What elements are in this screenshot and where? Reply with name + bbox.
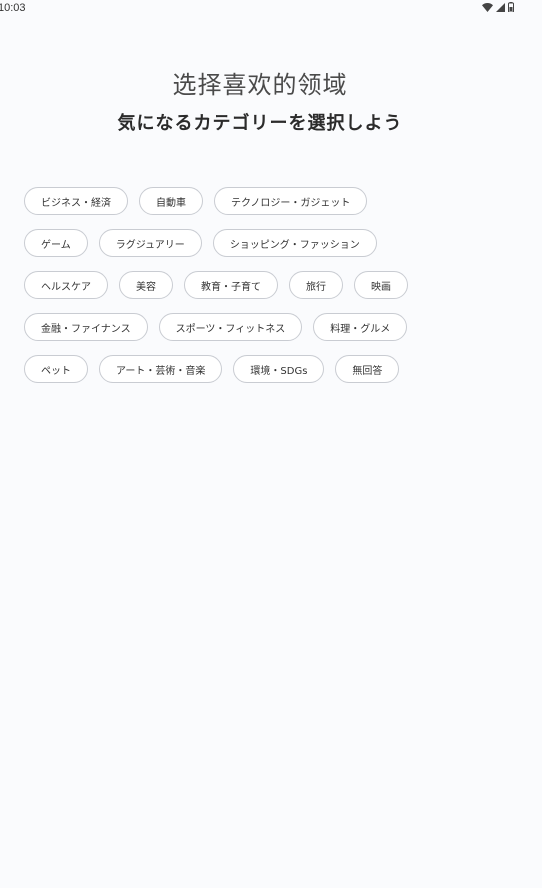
tag-beauty[interactable]: 美容	[119, 271, 173, 299]
tag-technology-gadget[interactable]: テクノロジー・ガジェット	[214, 187, 368, 215]
tag-row: ゲーム ラグジュアリー ショッピング・ファッション	[24, 229, 514, 257]
tag-row: ビジネス・経済 自動車 テクノロジー・ガジェット	[24, 187, 514, 215]
tag-movie[interactable]: 映画	[354, 271, 408, 299]
tag-shopping-fashion[interactable]: ショッピング・ファッション	[212, 229, 377, 257]
tag-luxury[interactable]: ラグジュアリー	[98, 229, 202, 257]
wifi-icon	[482, 2, 493, 12]
page-title-chinese: 选择喜欢的领域	[172, 71, 348, 99]
tag-pet[interactable]: ペット	[24, 355, 88, 383]
tag-art-music[interactable]: アート・芸術・音楽	[99, 355, 223, 383]
tag-row: ヘルスケア 美容 教育・子育て 旅行 映画	[24, 271, 514, 299]
tag-game[interactable]: ゲーム	[24, 229, 88, 257]
battery-icon	[508, 2, 514, 12]
tag-row: ペット アート・芸術・音楽 環境・SDGs 無回答	[24, 355, 514, 383]
tag-healthcare[interactable]: ヘルスケア	[24, 271, 108, 299]
tag-environment-sdgs[interactable]: 環境・SDGs	[233, 355, 325, 383]
tag-automobile[interactable]: 自動車	[139, 187, 203, 215]
tag-no-answer[interactable]: 無回答	[335, 355, 400, 383]
page-title-japanese: 気になるカテゴリーを選択しよう	[117, 113, 403, 134]
signal-icon	[496, 2, 505, 12]
tag-row: 金融・ファイナンス スポーツ・フィットネス 料理・グルメ	[24, 313, 514, 341]
tag-finance[interactable]: 金融・ファイナンス	[24, 313, 148, 341]
tag-education-parenting[interactable]: 教育・子育て	[184, 271, 278, 299]
tag-sports-fitness[interactable]: スポーツ・フィットネス	[158, 313, 303, 341]
status-icons	[482, 2, 514, 12]
tag-cooking-gourmet[interactable]: 料理・グルメ	[313, 313, 408, 341]
status-bar: 10:03	[0, 0, 542, 20]
tag-travel[interactable]: 旅行	[289, 271, 343, 299]
category-tag-list: ビジネス・経済 自動車 テクノロジー・ガジェット ゲーム ラグジュアリー ショッ…	[24, 187, 514, 397]
tag-business-economy[interactable]: ビジネス・経済	[24, 187, 128, 215]
status-time: 10:03	[0, 2, 26, 14]
